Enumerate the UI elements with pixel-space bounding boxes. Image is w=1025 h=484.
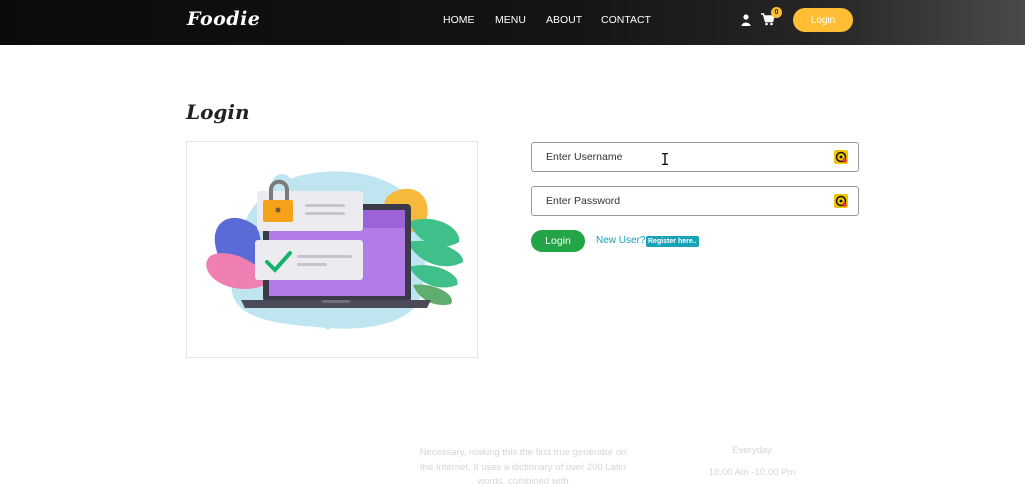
nav-menu[interactable]: MENU xyxy=(495,14,526,26)
password-input[interactable] xyxy=(546,187,826,215)
header-login-button[interactable]: Login xyxy=(793,8,853,32)
nav-home[interactable]: HOME xyxy=(443,14,475,26)
footer-hours-label: Everyday xyxy=(732,445,772,456)
password-manager-icon[interactable] xyxy=(834,194,848,208)
nav-contact[interactable]: CONTACT xyxy=(601,14,651,26)
login-button[interactable]: Login xyxy=(531,230,585,252)
cart-count-badge: 0 xyxy=(771,7,782,18)
username-field[interactable] xyxy=(531,142,859,172)
register-link[interactable]: Register here.. xyxy=(646,236,699,247)
page-title: Login xyxy=(186,100,250,124)
site-header: Foodie HOME MENU ABOUT CONTACT 0 Login xyxy=(0,0,1025,45)
brand-logo[interactable]: Foodie xyxy=(187,8,260,30)
password-manager-icon[interactable] xyxy=(834,150,848,164)
text-cursor-icon xyxy=(662,153,668,165)
nav-about[interactable]: ABOUT xyxy=(546,14,582,26)
user-icon[interactable] xyxy=(741,14,751,26)
laptop-security-illustration xyxy=(206,171,464,330)
login-illustration xyxy=(186,141,478,358)
footer-hours: 10.00 Am -10.00 Pm xyxy=(708,467,796,478)
new-user-text: New User? xyxy=(596,235,646,246)
password-field[interactable] xyxy=(531,186,859,216)
footer-description: Necessary, making this the first true ge… xyxy=(419,447,627,484)
username-input[interactable] xyxy=(546,143,826,171)
